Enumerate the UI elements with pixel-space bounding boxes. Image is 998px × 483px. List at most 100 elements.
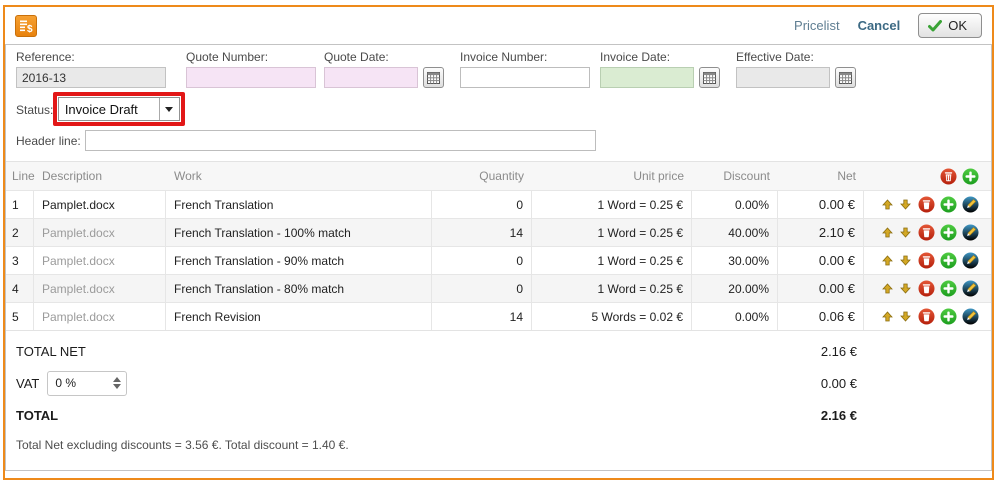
cell-net: 0.00 € xyxy=(778,247,864,274)
add-line-icon[interactable] xyxy=(940,280,957,297)
edit-line-icon[interactable] xyxy=(962,308,979,325)
total-net-value: 2.16 € xyxy=(737,344,857,359)
total-label: TOTAL xyxy=(16,408,58,423)
header-line-input[interactable] xyxy=(85,130,596,151)
cell-discount: 0.00% xyxy=(692,191,778,218)
col-header-work: Work xyxy=(166,162,432,190)
cell-net: 0.06 € xyxy=(778,303,864,330)
quote-date-label: Quote Date: xyxy=(324,50,444,64)
reference-input[interactable] xyxy=(16,67,166,88)
add-line-icon[interactable] xyxy=(940,308,957,325)
move-up-icon[interactable] xyxy=(882,227,893,238)
cell-quantity: 0 xyxy=(432,191,532,218)
chevron-down-icon xyxy=(159,98,179,120)
discount-footnote: Total Net excluding discounts = 3.56 €. … xyxy=(16,431,981,459)
cell-net: 2.10 € xyxy=(778,219,864,246)
col-header-line: Line xyxy=(6,162,34,190)
col-header-quantity: Quantity xyxy=(432,162,532,190)
svg-text:$: $ xyxy=(27,24,33,34)
check-icon xyxy=(928,20,942,32)
pricelist-link[interactable]: Pricelist xyxy=(794,18,840,33)
effective-date-calendar-icon[interactable] xyxy=(835,67,856,88)
quote-number-input[interactable] xyxy=(186,67,316,88)
move-down-icon[interactable] xyxy=(900,283,911,294)
add-line-icon[interactable] xyxy=(940,196,957,213)
delete-line-icon[interactable] xyxy=(918,224,935,241)
delete-line-icon[interactable] xyxy=(918,280,935,297)
cell-work: French Translation - 80% match xyxy=(166,275,432,302)
invoice-date-calendar-icon[interactable] xyxy=(699,67,720,88)
col-header-discount: Discount xyxy=(692,162,778,190)
col-header-description: Description xyxy=(34,162,166,190)
invoice-lines-table: Line Description Work Quantity Unit pric… xyxy=(6,161,991,331)
table-row: 1 Pamplet.docx French Translation 0 1 Wo… xyxy=(6,190,991,218)
move-up-icon[interactable] xyxy=(882,311,893,322)
toolbar: $ Pricelist Cancel OK xyxy=(5,7,992,44)
cell-work: French Translation xyxy=(166,191,432,218)
cell-description: Pamplet.docx xyxy=(34,219,166,246)
cancel-link[interactable]: Cancel xyxy=(858,18,901,33)
cell-net: 0.00 € xyxy=(778,191,864,218)
move-down-icon[interactable] xyxy=(900,227,911,238)
delete-line-icon[interactable] xyxy=(918,308,935,325)
cell-quantity: 14 xyxy=(432,303,532,330)
spinner-arrows-icon[interactable] xyxy=(108,377,126,389)
move-down-icon[interactable] xyxy=(900,311,911,322)
cell-work: French Translation - 90% match xyxy=(166,247,432,274)
vat-value: 0 % xyxy=(48,376,108,390)
edit-line-icon[interactable] xyxy=(962,280,979,297)
delete-line-icon[interactable] xyxy=(918,196,935,213)
invoice-document-icon: $ xyxy=(15,15,37,37)
ok-button-label: OK xyxy=(948,18,967,33)
add-line-icon[interactable] xyxy=(940,224,957,241)
status-label: Status: xyxy=(16,103,53,117)
cell-unit-price: 1 Word = 0.25 € xyxy=(532,247,692,274)
delete-all-lines-icon[interactable] xyxy=(940,168,957,185)
edit-line-icon[interactable] xyxy=(962,196,979,213)
invoice-form-panel: Reference: Quote Number: Quote Date: xyxy=(5,44,992,471)
table-row: 4 Pamplet.docx French Translation - 80% … xyxy=(6,274,991,302)
edit-line-icon[interactable] xyxy=(962,224,979,241)
quote-date-calendar-icon[interactable] xyxy=(423,67,444,88)
cell-unit-price: 5 Words = 0.02 € xyxy=(532,303,692,330)
cell-discount: 30.00% xyxy=(692,247,778,274)
edit-line-icon[interactable] xyxy=(962,252,979,269)
total-net-label: TOTAL NET xyxy=(16,344,86,359)
table-header-row: Line Description Work Quantity Unit pric… xyxy=(6,162,991,190)
col-header-net: Net xyxy=(778,162,864,190)
move-down-icon[interactable] xyxy=(900,199,911,210)
invoice-editor-window: $ Pricelist Cancel OK Reference: Quot xyxy=(3,5,994,480)
header-line-label: Header line: xyxy=(16,134,81,148)
vat-amount: 0.00 € xyxy=(737,376,857,391)
vat-spinner[interactable]: 0 % xyxy=(47,371,127,396)
invoice-number-input[interactable] xyxy=(460,67,590,88)
table-row: 5 Pamplet.docx French Revision 14 5 Word… xyxy=(6,302,991,330)
cell-unit-price: 1 Word = 0.25 € xyxy=(532,219,692,246)
delete-line-icon[interactable] xyxy=(918,252,935,269)
move-down-icon[interactable] xyxy=(900,255,911,266)
cell-line: 5 xyxy=(6,303,34,330)
cell-work: French Translation - 100% match xyxy=(166,219,432,246)
move-up-icon[interactable] xyxy=(882,283,893,294)
cell-discount: 20.00% xyxy=(692,275,778,302)
add-line-icon[interactable] xyxy=(940,252,957,269)
effective-date-input[interactable] xyxy=(736,67,830,88)
invoice-date-input[interactable] xyxy=(600,67,694,88)
ok-button[interactable]: OK xyxy=(918,13,982,38)
move-up-icon[interactable] xyxy=(882,199,893,210)
table-row: 3 Pamplet.docx French Translation - 90% … xyxy=(6,246,991,274)
invoice-date-label: Invoice Date: xyxy=(600,50,720,64)
cell-description: Pamplet.docx xyxy=(34,275,166,302)
cell-line: 2 xyxy=(6,219,34,246)
vat-label: VAT xyxy=(16,376,39,391)
move-up-icon[interactable] xyxy=(882,255,893,266)
status-select-value: Invoice Draft xyxy=(59,102,159,117)
status-select[interactable]: Invoice Draft xyxy=(58,97,180,121)
add-line-icon[interactable] xyxy=(962,168,979,185)
cell-discount: 0.00% xyxy=(692,303,778,330)
table-row: 2 Pamplet.docx French Translation - 100%… xyxy=(6,218,991,246)
cell-description: Pamplet.docx xyxy=(34,247,166,274)
quote-date-input[interactable] xyxy=(324,67,418,88)
cell-line: 4 xyxy=(6,275,34,302)
cell-unit-price: 1 Word = 0.25 € xyxy=(532,275,692,302)
